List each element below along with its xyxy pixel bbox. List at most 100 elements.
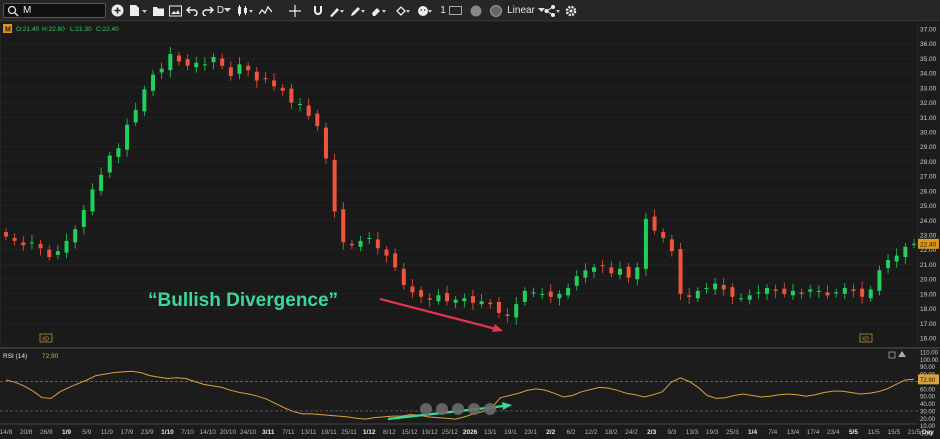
candle-body [99, 174, 104, 191]
price-tick-label: 27.00 [920, 174, 937, 181]
candle-body [808, 289, 813, 292]
line-chart-icon[interactable] [258, 3, 272, 18]
eraser-icon[interactable] [370, 3, 388, 18]
x-axis-label: 17/9 [121, 429, 134, 436]
price-tick-label: 18.00 [920, 306, 937, 313]
candle-body [21, 242, 26, 246]
candle-body [678, 248, 683, 294]
pencil-icon[interactable] [349, 3, 367, 18]
x-axis-label: 15/5 [887, 429, 900, 436]
candle-body [782, 288, 787, 294]
candle-body [652, 216, 657, 231]
redo-icon[interactable] [201, 3, 215, 18]
candle-body [540, 293, 545, 295]
candle-body [375, 239, 380, 249]
add-icon[interactable] [110, 3, 124, 18]
x-axis-label: 11/5 [868, 429, 881, 436]
scale-dropdown[interactable]: Linear [506, 3, 546, 18]
line-width-swatch [448, 6, 462, 15]
candle-body [341, 209, 346, 243]
x-axis-label: 6/2 [566, 429, 575, 436]
candle-body [81, 209, 86, 227]
candle-body [116, 148, 121, 158]
gear-icon[interactable] [564, 3, 578, 18]
price-tick-label: 23.00 [920, 232, 937, 239]
chart-area[interactable]: 37.00 36.00 35.00 34.00 33.00 32.00 31.00 30.00… [0, 20, 940, 439]
color-picker-icon[interactable] [489, 3, 503, 18]
x-axis-label: 3/11 [262, 429, 275, 436]
candle-body [609, 267, 614, 274]
price-tick-label: 16.00 [920, 335, 937, 342]
x-axis-label: 13/4 [787, 429, 800, 436]
file-icon[interactable] [128, 3, 148, 18]
x-axis-label: 5/9 [82, 429, 91, 436]
candle-body [280, 87, 285, 91]
candle-body [721, 285, 726, 290]
share-icon[interactable] [543, 3, 563, 18]
chart-nav-button [452, 403, 464, 415]
rsi-tick-label: 90.00 [920, 365, 936, 371]
x-axis-label: 19/1 [504, 429, 517, 436]
candle-body [514, 304, 519, 318]
x-axis-label: 21/5 [908, 429, 921, 436]
x-axis-label: 25/11 [341, 429, 357, 436]
candle-body [358, 240, 363, 247]
brush-icon[interactable] [328, 3, 346, 18]
candle-body [401, 268, 406, 286]
xd-label-left: XD [42, 337, 49, 343]
candle-body [496, 301, 501, 313]
candle-body [825, 292, 830, 296]
candle-body [298, 104, 303, 106]
candle-body [470, 296, 475, 303]
candle-body [643, 218, 648, 269]
x-axis-label: 15/12 [401, 429, 418, 436]
price-tick-label: 31.00 [920, 115, 937, 122]
image-icon[interactable] [168, 3, 182, 18]
x-axis-label: 19/12 [422, 429, 439, 436]
line-width-dropdown[interactable]: 1 [437, 3, 465, 18]
timeframe-dropdown[interactable]: D [215, 3, 233, 18]
candle-body [90, 189, 95, 212]
candle-body [427, 298, 432, 300]
candle-body [488, 302, 493, 305]
symbol-search-input[interactable]: M [3, 3, 106, 18]
rsi-value-tag-label: 72.90 [920, 378, 936, 384]
x-axis-label: 12/2 [585, 429, 598, 436]
annotation-text: “Bullish Divergence” [148, 290, 338, 311]
price-tick-label: 36.00 [920, 41, 937, 48]
candle-body [764, 287, 769, 294]
candle-body [419, 290, 424, 297]
x-axis-label: 18/2 [605, 429, 618, 436]
crosshair-icon[interactable] [288, 3, 302, 18]
candle-body [125, 124, 130, 150]
x-axis-label: 2026 [463, 429, 478, 436]
candle-body [107, 155, 112, 173]
candle-body [522, 290, 527, 302]
symbol-search-value: M [23, 5, 32, 16]
candle-body [47, 249, 52, 258]
price-tick-label: 35.00 [920, 56, 937, 63]
chart-nav-button [420, 403, 432, 415]
candle-body [142, 89, 147, 112]
magnet-icon[interactable] [311, 3, 325, 18]
chart-svg[interactable]: 37.00 36.00 35.00 34.00 33.00 32.00 31.00 30.00… [0, 20, 940, 439]
toolbar: M D 1 Linear [0, 0, 940, 21]
color-swatch-icon[interactable] [469, 3, 483, 18]
fill-icon[interactable] [394, 3, 412, 18]
candle-body [851, 289, 856, 291]
candle-body [583, 270, 588, 278]
candle-body [202, 64, 207, 66]
candles-icon[interactable] [235, 3, 255, 18]
candle-body [246, 65, 251, 71]
candle-body [29, 242, 34, 244]
undo-icon[interactable] [185, 3, 199, 18]
folder-icon[interactable] [151, 3, 165, 18]
candle-body [687, 295, 692, 297]
candle-body [445, 293, 450, 302]
emoji-icon[interactable] [416, 3, 434, 18]
trading-app: M D 1 Linear 37.00 36.00 35.00 34.00 33.… [0, 0, 940, 439]
candle-body [799, 292, 804, 294]
ohlc-low-value: L:21.30 [70, 26, 92, 33]
x-axis-label: 1/9 [62, 429, 71, 436]
candle-body [384, 249, 389, 256]
